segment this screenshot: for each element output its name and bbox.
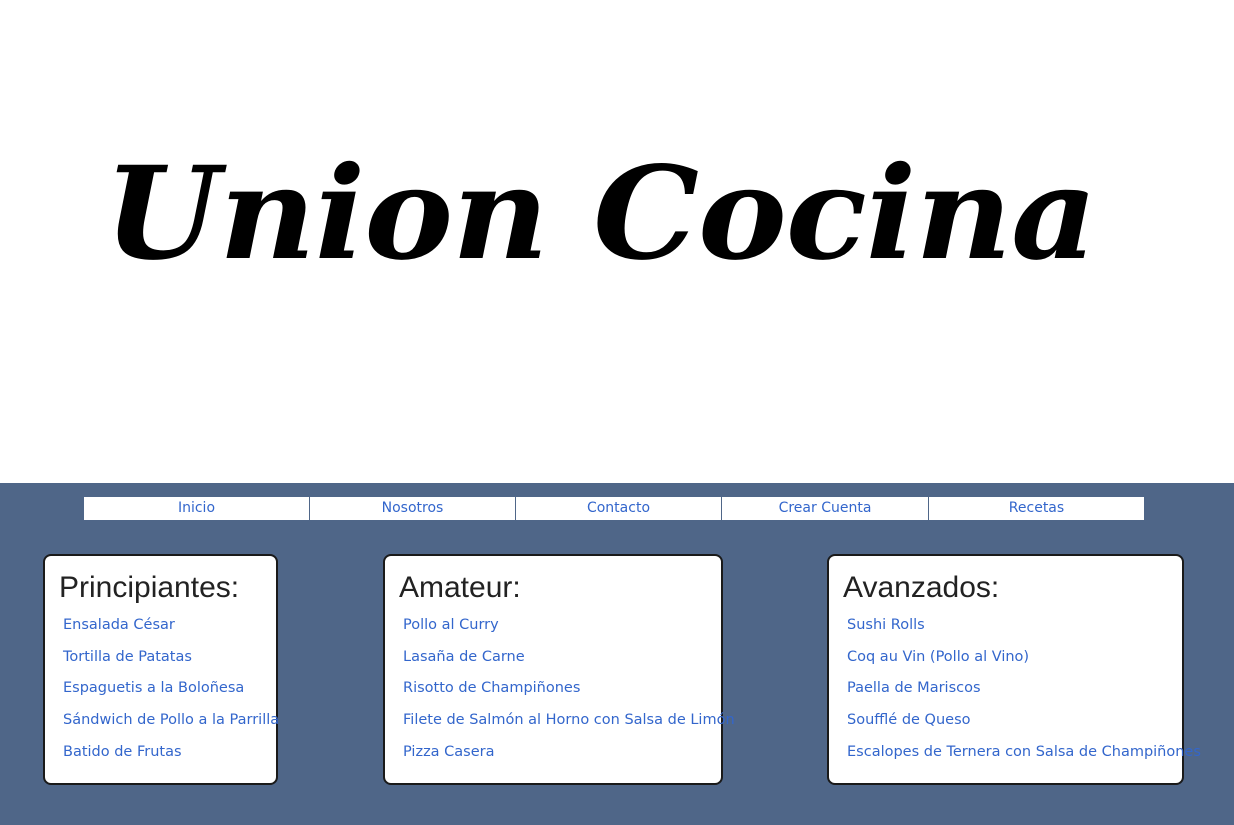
recipe-link[interactable]: Ensalada César <box>63 610 276 642</box>
nav-link-inicio[interactable]: Inicio <box>84 497 310 520</box>
recipe-link[interactable]: Batido de Frutas <box>63 737 276 769</box>
recipe-list: Sushi Rolls Coq au Vin (Pollo al Vino) P… <box>843 610 1201 769</box>
nav-link-recetas[interactable]: Recetas <box>929 497 1144 520</box>
main-nav: Inicio Nosotros Contacto Crear Cuenta Re… <box>84 497 1144 520</box>
site-logo[interactable]: Union Cocina <box>104 150 1097 278</box>
recipe-link[interactable]: Lasaña de Carne <box>403 642 721 674</box>
recipe-link[interactable]: Espaguetis a la Boloñesa <box>63 673 276 705</box>
recipe-link[interactable]: Filete de Salmón al Horno con Salsa de L… <box>403 705 735 737</box>
recipe-link[interactable]: Paella de Mariscos <box>847 673 1182 705</box>
card-principiantes: Principiantes: Ensalada César Tortilla d… <box>43 554 279 785</box>
card-avanzados: Avanzados: Sushi Rolls Coq au Vin (Pollo… <box>827 554 1201 785</box>
recipe-list: Pollo al Curry Lasaña de Carne Risotto d… <box>399 610 735 769</box>
nav-link-nosotros[interactable]: Nosotros <box>310 497 516 520</box>
card-title: Avanzados: <box>843 571 1000 604</box>
recipe-link[interactable]: Tortilla de Patatas <box>63 642 276 674</box>
recipe-link[interactable]: Coq au Vin (Pollo al Vino) <box>847 642 1182 674</box>
recipe-link[interactable]: Sushi Rolls <box>847 610 1182 642</box>
recipe-link[interactable]: Escalopes de Ternera con Salsa de Champi… <box>847 737 1201 769</box>
nav-link-crear-cuenta[interactable]: Crear Cuenta <box>722 497 929 520</box>
header-hero: Union Cocina <box>0 0 1234 483</box>
recipe-link[interactable]: Sándwich de Pollo a la Parrilla <box>63 705 279 737</box>
recipe-link[interactable]: Pollo al Curry <box>403 610 721 642</box>
nav-link-contacto[interactable]: Contacto <box>516 497 722 520</box>
card-title: Principiantes: <box>59 571 240 604</box>
card-title: Amateur: <box>399 571 521 604</box>
recipe-link[interactable]: Soufflé de Queso <box>847 705 1182 737</box>
recipe-link[interactable]: Pizza Casera <box>403 737 721 769</box>
card-amateur: Amateur: Pollo al Curry Lasaña de Carne … <box>383 554 735 785</box>
recipe-link[interactable]: Risotto de Champiñones <box>403 673 721 705</box>
recipe-list: Ensalada César Tortilla de Patatas Espag… <box>59 610 279 769</box>
